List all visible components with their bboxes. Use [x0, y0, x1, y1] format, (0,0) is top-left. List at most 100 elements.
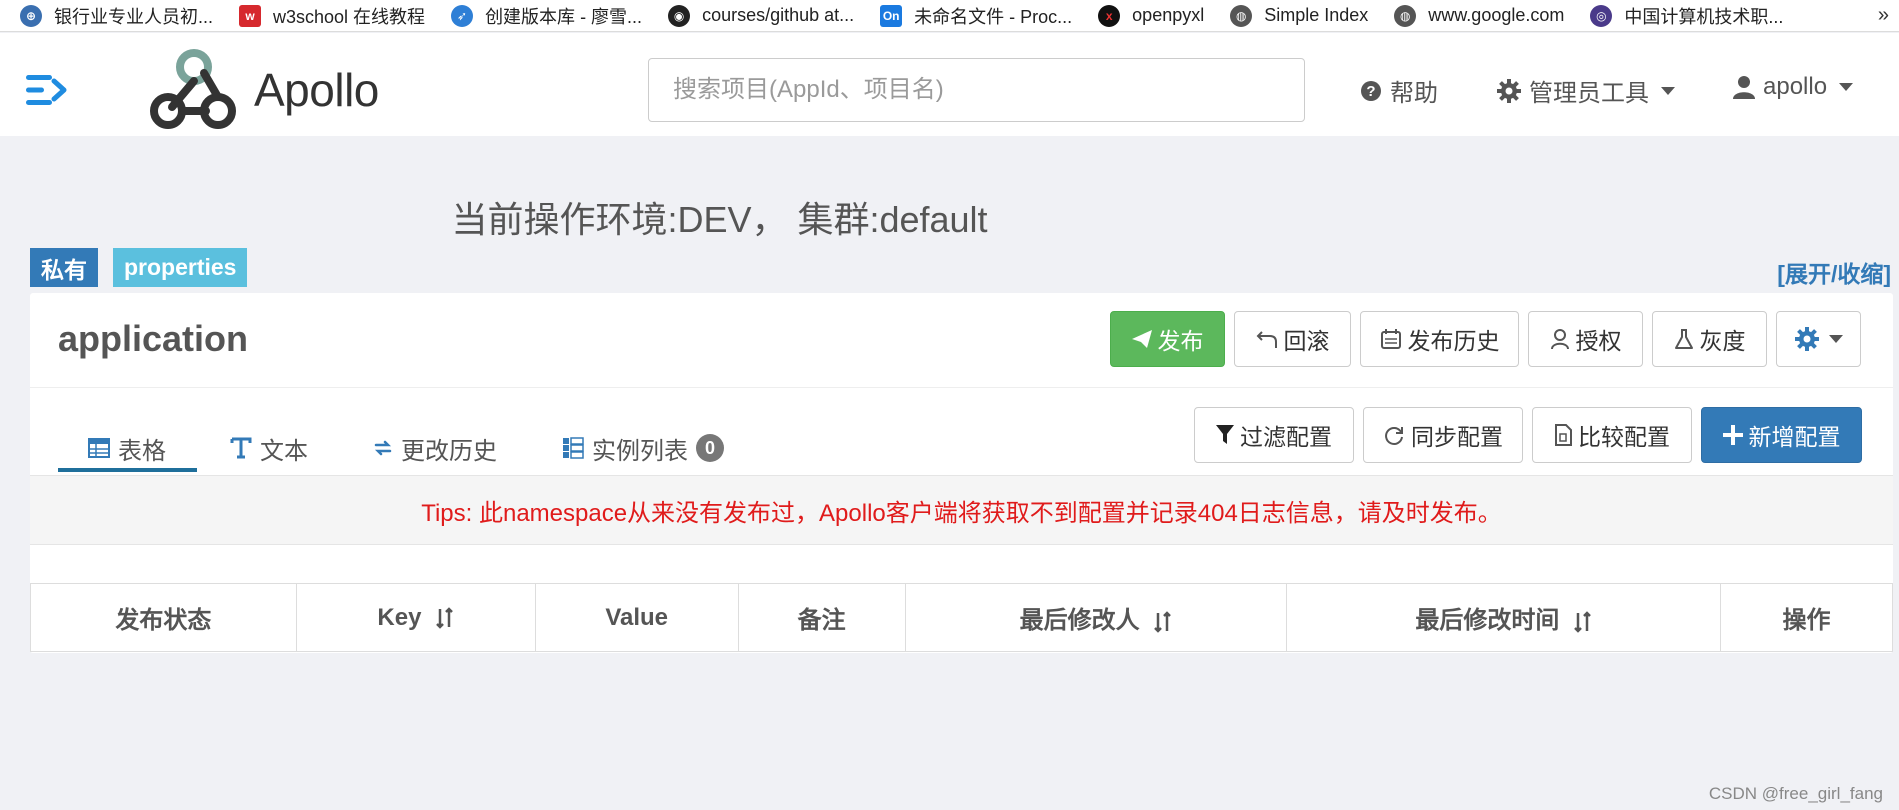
- rocket-icon: ➶: [451, 4, 474, 27]
- user-dropdown[interactable]: apollo: [1733, 73, 1854, 101]
- caret-down-icon: [1661, 86, 1675, 95]
- tab-instances[interactable]: 实例列表 0: [562, 428, 724, 468]
- config-table: 发布状态 Key Value 备注 最后修改人 最后修改时间 操作: [30, 583, 1893, 652]
- bookmark-github[interactable]: ◉ courses/github at...: [668, 4, 854, 27]
- sync-config-button[interactable]: 同步配置: [1363, 407, 1523, 463]
- user-icon: [1733, 76, 1755, 99]
- refresh-icon: [1385, 427, 1403, 445]
- compare-config-button[interactable]: 比较配置: [1532, 407, 1692, 463]
- bookmark-label: 创建版本库 - 廖雪...: [485, 6, 643, 27]
- unpublished-tips: Tips: 此namespace从来没有发布过，Apollo客户端将获取不到配置…: [30, 475, 1893, 545]
- tab-text-label: 文本: [260, 437, 308, 465]
- active-tab-indicator: [58, 468, 197, 472]
- apollo-logo-icon[interactable]: [148, 47, 240, 129]
- col-last-modifier[interactable]: 最后修改人: [904, 583, 1288, 652]
- bookmark-openpyxl[interactable]: x openpyxl: [1098, 4, 1204, 27]
- search-input[interactable]: [648, 58, 1305, 122]
- col-comment: 备注: [737, 583, 906, 652]
- menu-toggle-icon[interactable]: [26, 73, 68, 107]
- col-publish-status: 发布状态: [30, 583, 297, 652]
- bookmark-label: www.google.com: [1428, 5, 1565, 25]
- bookmark-w3school[interactable]: w w3school 在线教程: [239, 3, 425, 29]
- undo-icon: [1256, 331, 1277, 348]
- authorize-button[interactable]: 授权: [1528, 311, 1643, 367]
- bookmark-label: 银行业专业人员初...: [54, 6, 214, 27]
- header-label: Key: [377, 603, 422, 631]
- flask-icon: [1674, 329, 1693, 349]
- header-label: Value: [605, 603, 669, 631]
- sync-config-label: 同步配置: [1411, 424, 1503, 450]
- globe-icon: ◍: [1394, 4, 1417, 27]
- bookmark-simple-index[interactable]: ◍ Simple Index: [1230, 4, 1368, 27]
- header-label: 备注: [797, 607, 846, 634]
- filter-icon: [1216, 425, 1234, 444]
- compare-config-label: 比较配置: [1578, 424, 1670, 450]
- file-icon: [1555, 424, 1572, 446]
- w3school-icon: w: [239, 4, 262, 27]
- admin-tools-label: 管理员工具: [1529, 80, 1649, 107]
- namespace-name: application: [58, 318, 249, 359]
- svg-text:?: ?: [1366, 83, 1375, 100]
- publish-button[interactable]: 发布: [1110, 311, 1225, 367]
- publish-history-button[interactable]: 发布历史: [1360, 311, 1519, 367]
- publish-label: 发布: [1157, 328, 1204, 354]
- format-label: properties: [113, 248, 248, 287]
- add-config-button[interactable]: 新增配置: [1701, 407, 1862, 463]
- calendar-icon: [1380, 329, 1401, 349]
- rollback-button[interactable]: 回滚: [1234, 311, 1351, 367]
- private-label: 私有: [30, 248, 98, 287]
- sort-icon[interactable]: [436, 607, 454, 629]
- help-link[interactable]: ? 帮助: [1360, 73, 1438, 108]
- header-label: 操作: [1782, 607, 1831, 634]
- col-value: Value: [534, 583, 739, 652]
- header-label: 最后修改人: [1019, 607, 1140, 634]
- col-key[interactable]: Key: [295, 583, 536, 652]
- bookmark-bank[interactable]: ⊕ 银行业专业人员初...: [20, 3, 213, 29]
- tab-text[interactable]: 文本: [230, 428, 308, 468]
- bookmark-label: 未命名文件 - Proc...: [914, 6, 1073, 27]
- bookmark-google[interactable]: ◍ www.google.com: [1394, 4, 1565, 27]
- tab-change-history[interactable]: 更改历史: [373, 428, 497, 468]
- tab-table[interactable]: 表格: [88, 428, 166, 468]
- user-outline-icon: [1550, 329, 1569, 350]
- bookmark-processon[interactable]: On 未命名文件 - Proc...: [880, 3, 1072, 29]
- caret-down-icon: [1839, 83, 1854, 91]
- apollo-logo-text[interactable]: Apollo: [254, 63, 379, 117]
- text-icon: [230, 437, 252, 459]
- sort-icon[interactable]: [1574, 610, 1592, 633]
- user-label: apollo: [1763, 73, 1828, 100]
- exchange-icon: [374, 440, 392, 456]
- bank-icon: ⊕: [20, 4, 42, 27]
- sort-icon[interactable]: [1154, 610, 1172, 633]
- gear-icon: [1497, 78, 1521, 103]
- globe-icon: ◍: [1230, 4, 1253, 27]
- gray-release-button[interactable]: 灰度: [1652, 311, 1767, 367]
- namespace-settings-dropdown[interactable]: [1776, 311, 1861, 367]
- col-last-modified-time[interactable]: 最后修改时间: [1286, 583, 1722, 652]
- expand-collapse-link[interactable]: [展开/收缩]: [1777, 255, 1891, 289]
- gray-release-label: 灰度: [1699, 328, 1746, 354]
- help-label: 帮助: [1390, 80, 1438, 107]
- header-label: 发布状态: [115, 607, 212, 634]
- tab-change-history-label: 更改历史: [401, 437, 497, 465]
- publish-history-label: 发布历史: [1407, 328, 1500, 354]
- namespace-header: application 发布 回滚 发布历史 授权 灰度: [30, 293, 1893, 388]
- question-circle-icon: ?: [1361, 80, 1381, 101]
- bookmark-label: 中国计算机技术职...: [1624, 6, 1784, 27]
- bookmarks-bar: ⊕ 银行业专业人员初... w w3school 在线教程 ➶ 创建版本库 - …: [0, 0, 1899, 32]
- bookmark-liaoxuefeng[interactable]: ➶ 创建版本库 - 廖雪...: [451, 3, 642, 29]
- openpyxl-icon: x: [1098, 4, 1121, 27]
- processon-icon: On: [880, 4, 903, 27]
- admin-tools-dropdown[interactable]: 管理员工具: [1497, 73, 1675, 108]
- tab-table-label: 表格: [118, 437, 166, 465]
- caret-down-icon: [1828, 335, 1843, 343]
- filter-config-button[interactable]: 过滤配置: [1194, 407, 1354, 463]
- authorize-label: 授权: [1575, 328, 1622, 354]
- paper-plane-icon: [1131, 330, 1152, 348]
- bookmarks-more-button[interactable]: »: [1878, 4, 1889, 27]
- table-header-row: 发布状态 Key Value 备注 最后修改人 最后修改时间 操作: [30, 583, 1893, 652]
- env-title: 当前操作环境:DEV， 集群:default: [451, 199, 988, 240]
- gear-icon: [1794, 327, 1819, 351]
- bookmark-ccf[interactable]: ◎ 中国计算机技术职...: [1590, 3, 1783, 29]
- col-operation: 操作: [1720, 583, 1893, 652]
